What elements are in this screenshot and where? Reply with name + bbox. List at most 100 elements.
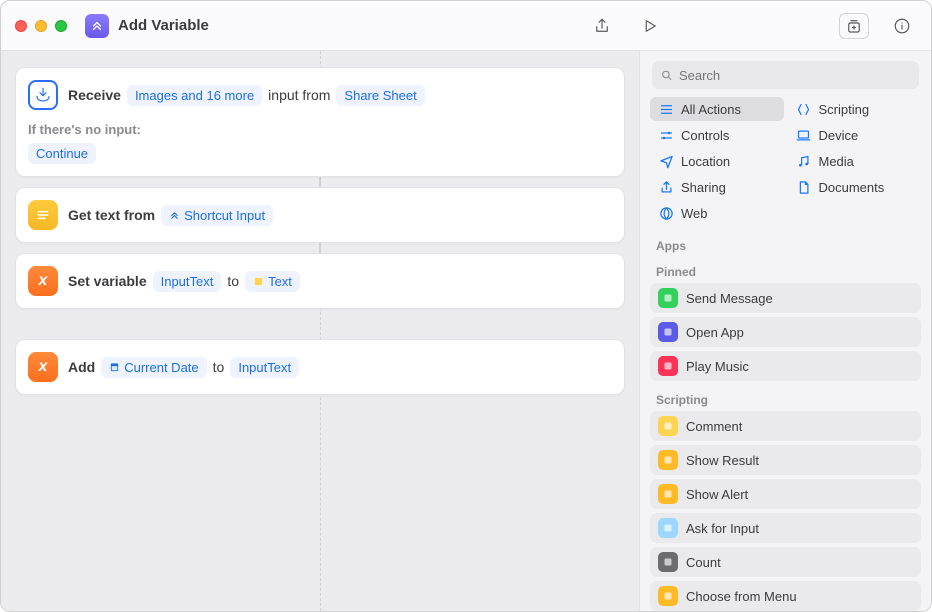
pinned-item[interactable]: Send Message xyxy=(650,283,921,313)
scripting-list: Comment Show Result Show Alert Ask for Inpu… xyxy=(640,411,931,612)
no-input-label: If there's no input: xyxy=(28,122,612,137)
category-label: Device xyxy=(819,128,859,143)
setvar-to-label: to xyxy=(227,273,239,289)
action-label: Play Music xyxy=(686,359,749,374)
window-title: Add Variable xyxy=(118,17,209,34)
search-input[interactable] xyxy=(679,68,911,83)
editor-canvas[interactable]: Receive Images and 16 more input from Sh… xyxy=(1,51,639,611)
get-text-input-token-label: Shortcut Input xyxy=(184,208,265,223)
get-text-input-token[interactable]: Shortcut Input xyxy=(161,205,273,226)
close-window-button[interactable] xyxy=(15,20,27,32)
search-field[interactable] xyxy=(652,61,919,89)
action-icon xyxy=(658,322,678,342)
category-label: Controls xyxy=(681,128,729,143)
setvar-name-token[interactable]: InputText xyxy=(153,271,222,292)
setvar-value-token-label: Text xyxy=(268,274,292,289)
action-label: Show Alert xyxy=(686,487,748,502)
apps-header: Apps xyxy=(640,231,931,257)
setvar-value-token[interactable]: Text xyxy=(245,271,300,292)
location-icon xyxy=(658,153,674,169)
category-label: All Actions xyxy=(681,102,741,117)
category-label: Web xyxy=(681,206,708,221)
action-set-variable[interactable]: x Set variable InputText to Text xyxy=(15,253,625,309)
minimize-window-button[interactable] xyxy=(35,20,47,32)
pinned-header: Pinned xyxy=(640,257,931,283)
action-icon xyxy=(658,288,678,308)
web-icon xyxy=(658,205,674,221)
pinned-list: Send Message Open App Play Music xyxy=(640,283,931,385)
action-label: Comment xyxy=(686,419,742,434)
category-web[interactable]: Web xyxy=(650,201,784,225)
info-button[interactable] xyxy=(887,13,917,39)
category-label: Scripting xyxy=(819,102,870,117)
sharing-icon xyxy=(658,179,674,195)
app-window: Add Variable xyxy=(0,0,932,612)
category-grid: All Actions Scripting Controls Device Locati… xyxy=(640,97,931,231)
category-scripting[interactable]: Scripting xyxy=(788,97,922,121)
addvar-name-token[interactable]: InputText xyxy=(230,357,299,378)
pinned-item[interactable]: Play Music xyxy=(650,351,921,381)
receive-types-token[interactable]: Images and 16 more xyxy=(127,85,262,106)
all-icon xyxy=(658,101,674,117)
no-input-action-token[interactable]: Continue xyxy=(28,143,96,164)
action-icon xyxy=(658,356,678,376)
share-button[interactable] xyxy=(587,13,617,39)
category-documents[interactable]: Documents xyxy=(788,175,922,199)
search-icon xyxy=(660,68,673,82)
scripting-item[interactable]: Count xyxy=(650,547,921,577)
scripting-icon xyxy=(796,101,812,117)
scripting-item[interactable]: Ask for Input xyxy=(650,513,921,543)
library-toggle-button[interactable] xyxy=(839,13,869,39)
scripting-header: Scripting xyxy=(640,385,931,411)
addvar-value-token[interactable]: Current Date xyxy=(101,357,206,378)
controls-icon xyxy=(658,127,674,143)
get-text-label: Get text from xyxy=(68,207,155,223)
receive-label: Receive xyxy=(68,87,121,103)
scripting-item[interactable]: Show Result xyxy=(650,445,921,475)
text-icon xyxy=(28,200,58,230)
action-label: Send Message xyxy=(686,291,773,306)
device-icon xyxy=(796,127,812,143)
action-add-to-variable[interactable]: x Add Current Date to InputText xyxy=(15,339,625,395)
category-media[interactable]: Media xyxy=(788,149,922,173)
variable-icon: x xyxy=(28,266,58,296)
scripting-item[interactable]: Choose from Menu xyxy=(650,581,921,611)
media-icon xyxy=(796,153,812,169)
action-label: Open App xyxy=(686,325,744,340)
category-label: Documents xyxy=(819,180,885,195)
addvar-value-token-label: Current Date xyxy=(124,360,198,375)
action-get-text[interactable]: Get text from Shortcut Input xyxy=(15,187,625,243)
addvar-to-label: to xyxy=(213,359,225,375)
action-icon xyxy=(658,484,678,504)
documents-icon xyxy=(796,179,812,195)
addvar-label: Add xyxy=(68,359,95,375)
action-label: Choose from Menu xyxy=(686,589,797,604)
body: Receive Images and 16 more input from Sh… xyxy=(1,51,931,611)
library-sidebar: All Actions Scripting Controls Device Locati… xyxy=(639,51,931,611)
category-all[interactable]: All Actions xyxy=(650,97,784,121)
setvar-label: Set variable xyxy=(68,273,147,289)
category-device[interactable]: Device xyxy=(788,123,922,147)
toolbar-right xyxy=(587,13,917,39)
action-label: Count xyxy=(686,555,721,570)
category-label: Location xyxy=(681,154,730,169)
action-icon xyxy=(658,552,678,572)
category-controls[interactable]: Controls xyxy=(650,123,784,147)
action-icon xyxy=(658,586,678,606)
category-sharing[interactable]: Sharing xyxy=(650,175,784,199)
receive-icon xyxy=(28,80,58,110)
category-location[interactable]: Location xyxy=(650,149,784,173)
variable-icon: x xyxy=(28,352,58,382)
run-button[interactable] xyxy=(635,13,665,39)
receive-source-token[interactable]: Share Sheet xyxy=(336,85,424,106)
zoom-window-button[interactable] xyxy=(55,20,67,32)
category-label: Media xyxy=(819,154,854,169)
receive-mid: input from xyxy=(268,87,330,103)
pinned-item[interactable]: Open App xyxy=(650,317,921,347)
category-label: Sharing xyxy=(681,180,726,195)
action-receive-input[interactable]: Receive Images and 16 more input from Sh… xyxy=(15,67,625,177)
scripting-item[interactable]: Show Alert xyxy=(650,479,921,509)
scripting-item[interactable]: Comment xyxy=(650,411,921,441)
action-label: Ask for Input xyxy=(686,521,759,536)
action-icon xyxy=(658,450,678,470)
